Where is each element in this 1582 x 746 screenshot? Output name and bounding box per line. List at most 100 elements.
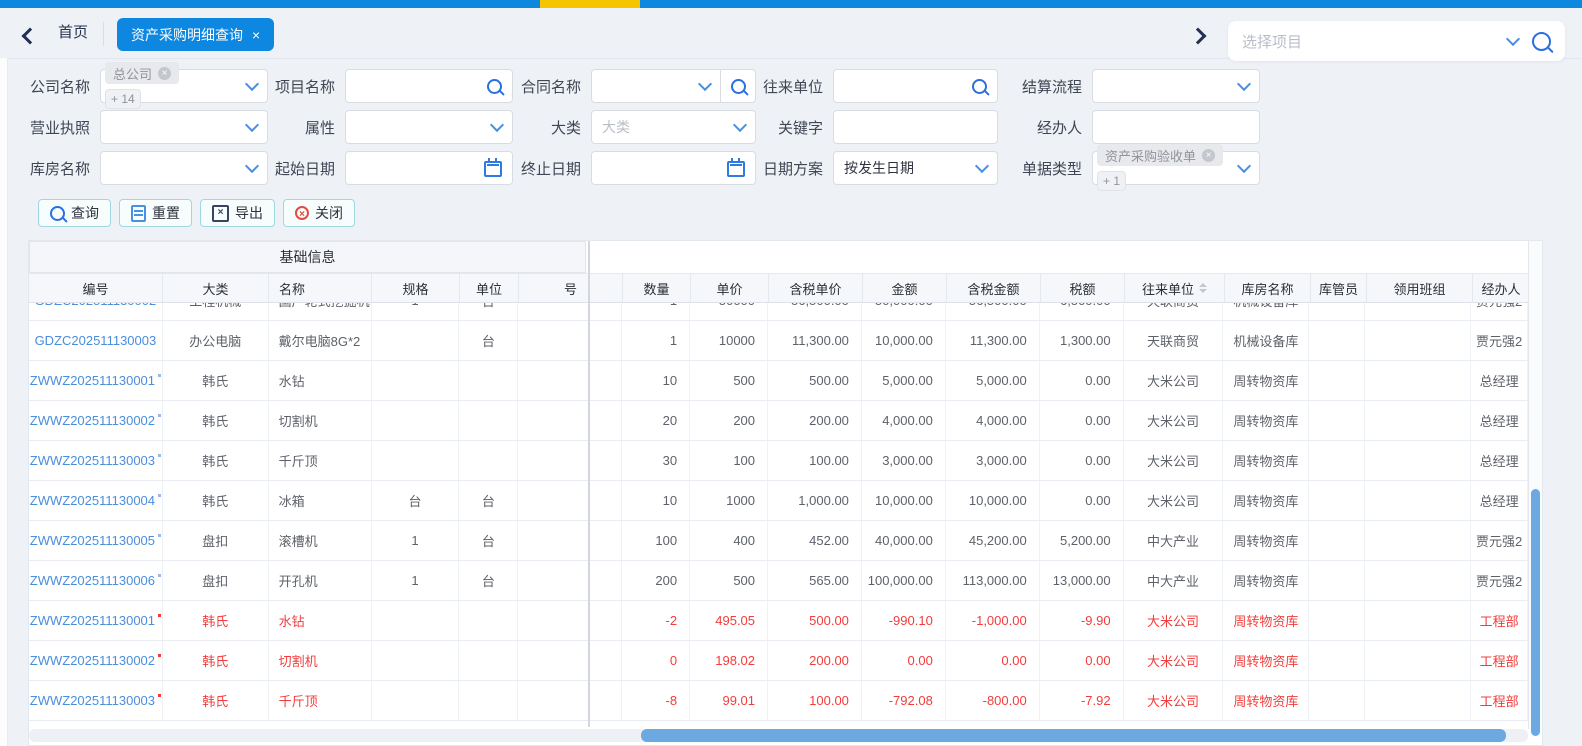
cell-value: 10,000.00: [874, 333, 933, 348]
cell-value: 1: [411, 533, 419, 548]
cell-code[interactable]: ZWWZ202511130001: [29, 361, 163, 400]
cell-tax-incl-unit-price: 1,000.00: [768, 481, 862, 520]
close-button[interactable]: × 关闭: [283, 199, 355, 227]
chevron-down-icon[interactable]: [1505, 31, 1521, 47]
tab-home[interactable]: 首页: [58, 22, 88, 44]
document-code-link[interactable]: ZWWZ202511130003: [30, 453, 155, 468]
end-date-field[interactable]: [591, 151, 756, 185]
button-label: 导出: [235, 205, 263, 221]
document-code-link[interactable]: ZWWZ202511130002: [30, 653, 155, 668]
document-code-link[interactable]: ZWWZ202511130003: [30, 693, 155, 708]
chevron-down-icon[interactable]: [1236, 76, 1252, 92]
project-select[interactable]: 选择项目: [1228, 21, 1565, 61]
chevron-down-icon[interactable]: [244, 158, 260, 174]
company-name-more-count[interactable]: + 14: [105, 89, 141, 109]
keyword-field[interactable]: [833, 110, 998, 144]
document-code-link[interactable]: ZWWZ202511130005: [30, 533, 155, 548]
counterparty-field[interactable]: [833, 69, 998, 103]
company-name-field[interactable]: 总公司 × + 14: [100, 62, 268, 109]
cell-value: 台: [481, 494, 495, 509]
sort-icon[interactable]: [1199, 283, 1207, 293]
cell-value: -9.90: [1080, 613, 1111, 628]
end-date-input[interactable]: [602, 159, 727, 177]
attribute-field[interactable]: [345, 110, 513, 144]
search-suffix[interactable]: [721, 78, 755, 94]
cell-value: 100.00: [809, 693, 849, 708]
cell-code[interactable]: ZWWZ202511130006: [29, 561, 163, 600]
tab-close-icon[interactable]: ×: [252, 28, 260, 42]
keyword-input[interactable]: [844, 118, 987, 136]
tag-remove-icon[interactable]: ×: [1202, 148, 1216, 162]
category-field[interactable]: 大类: [591, 110, 756, 144]
cell-code[interactable]: ZWWZ202511130001: [29, 601, 163, 640]
vertical-scrollbar[interactable]: [1528, 241, 1542, 736]
document-code-link[interactable]: ZWWZ202511130006: [30, 573, 155, 588]
cell-value: 113,000.00: [962, 573, 1027, 588]
chevron-left-icon[interactable]: [21, 27, 39, 45]
reset-button[interactable]: 重置: [119, 199, 192, 227]
chevron-down-icon[interactable]: [732, 117, 748, 133]
cell-code[interactable]: ZWWZ202511130004: [29, 481, 163, 520]
search-icon[interactable]: [487, 78, 502, 94]
doc-type-more-count[interactable]: + 1: [1097, 171, 1127, 191]
cell-value: 50000: [719, 303, 755, 308]
project-name-field[interactable]: [345, 69, 513, 103]
warehouse-name-field[interactable]: [100, 151, 268, 185]
calendar-icon[interactable]: [484, 158, 502, 177]
chevron-down-icon[interactable]: [974, 158, 990, 174]
cell-value: 5,000.00: [976, 373, 1027, 388]
cell-tax-incl-amount: -1,000.00: [946, 601, 1040, 640]
cell-code[interactable]: ZWWZ202511130003: [29, 441, 163, 480]
cell-receiving-team: [1365, 401, 1472, 440]
horizontal-scrollbar[interactable]: [29, 729, 1528, 742]
cell-code[interactable]: ZWWZ202511130005: [29, 521, 163, 560]
business-license-field[interactable]: [100, 110, 268, 144]
document-code-link[interactable]: ZWWZ202511130001: [30, 373, 155, 388]
document-code-link[interactable]: ZWWZ202511130001: [30, 613, 155, 628]
counterparty-input[interactable]: [844, 77, 972, 95]
column-header-tax-incl-unit-price: 含税单价: [769, 274, 863, 302]
cell-tax-incl-unit-price: 565.00: [768, 561, 862, 600]
settlement-flow-field[interactable]: [1092, 69, 1260, 103]
start-date-field[interactable]: [345, 151, 513, 185]
document-code-link[interactable]: GDZC202511130003: [35, 333, 157, 348]
search-icon[interactable]: [730, 78, 746, 94]
cell-code[interactable]: GDZC202511130003: [29, 321, 163, 360]
date-scheme-field[interactable]: 按发生日期: [833, 151, 998, 185]
cell-value: 韩氏: [202, 614, 229, 629]
project-name-input[interactable]: [356, 77, 487, 95]
column-header-label: 领用班组: [1393, 281, 1446, 297]
calendar-icon[interactable]: [727, 158, 745, 177]
handler-input[interactable]: [1103, 118, 1249, 136]
cell-code[interactable]: ZWWZ202511130003: [29, 681, 163, 720]
contract-name-field[interactable]: [591, 69, 756, 103]
cell-code[interactable]: GDZC202511130002: [29, 303, 163, 320]
chevron-down-icon[interactable]: [244, 117, 260, 133]
vertical-scrollbar-thumb[interactable]: [1531, 489, 1540, 736]
document-code-link[interactable]: GDZC202511130002: [35, 303, 157, 308]
cell-quantity: -8: [622, 681, 691, 720]
cell-category: 韩氏: [163, 361, 269, 400]
chevron-down-icon[interactable]: [1236, 158, 1252, 174]
search-icon[interactable]: [1532, 31, 1551, 51]
cell-code[interactable]: ZWWZ202511130002: [29, 401, 163, 440]
cell-tax: 6,500.00: [1040, 303, 1124, 320]
chevron-right-icon[interactable]: [1189, 27, 1207, 45]
document-code-link[interactable]: ZWWZ202511130002: [30, 413, 155, 428]
document-code-link[interactable]: ZWWZ202511130004: [30, 493, 155, 508]
export-icon: ×: [212, 204, 229, 222]
cell-code[interactable]: ZWWZ202511130002: [29, 641, 163, 680]
chevron-down-icon[interactable]: [489, 117, 505, 133]
chevron-down-icon[interactable]: [244, 76, 260, 92]
horizontal-scrollbar-thumb[interactable]: [641, 729, 1506, 742]
start-date-input[interactable]: [356, 159, 484, 177]
chevron-down-icon[interactable]: [697, 76, 713, 92]
tag-remove-icon[interactable]: ×: [158, 66, 172, 80]
column-header-counterparty[interactable]: 往来单位: [1125, 274, 1225, 302]
doc-type-field[interactable]: 资产采购验收单 × + 1: [1092, 144, 1260, 191]
tab-asset-purchase-detail-query[interactable]: 资产采购明细查询 ×: [117, 18, 275, 51]
export-button[interactable]: × 导出: [200, 199, 275, 227]
handler-field[interactable]: [1092, 110, 1260, 144]
search-icon[interactable]: [972, 78, 987, 94]
query-button[interactable]: 查询: [38, 199, 111, 227]
